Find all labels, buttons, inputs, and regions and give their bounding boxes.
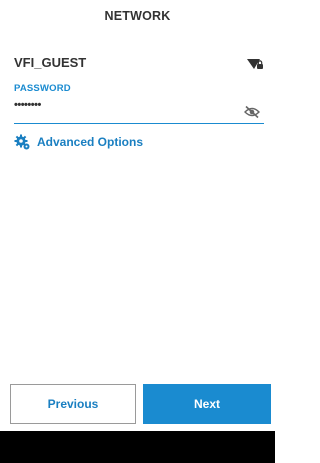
- network-ssid: VFI_GUEST: [14, 55, 87, 70]
- gear-icon: [14, 134, 30, 150]
- previous-button[interactable]: Previous: [10, 384, 136, 424]
- network-row[interactable]: VFI_GUEST: [14, 55, 264, 73]
- wifi-lock-icon: [247, 59, 263, 69]
- advanced-options-link[interactable]: Advanced Options: [14, 133, 143, 151]
- page-title: NETWORK: [104, 9, 171, 23]
- next-button[interactable]: Next: [143, 384, 271, 424]
- password-field[interactable]: ••••••••: [14, 99, 264, 124]
- network-screen: NETWORK VFI_GUEST PASSWORD •••••••• Adva…: [0, 0, 275, 463]
- password-value: ••••••••: [14, 99, 41, 111]
- password-label: PASSWORD: [14, 83, 71, 94]
- eye-off-icon[interactable]: [244, 105, 260, 119]
- advanced-options-label: Advanced Options: [37, 135, 144, 149]
- bottom-bar: [0, 431, 275, 463]
